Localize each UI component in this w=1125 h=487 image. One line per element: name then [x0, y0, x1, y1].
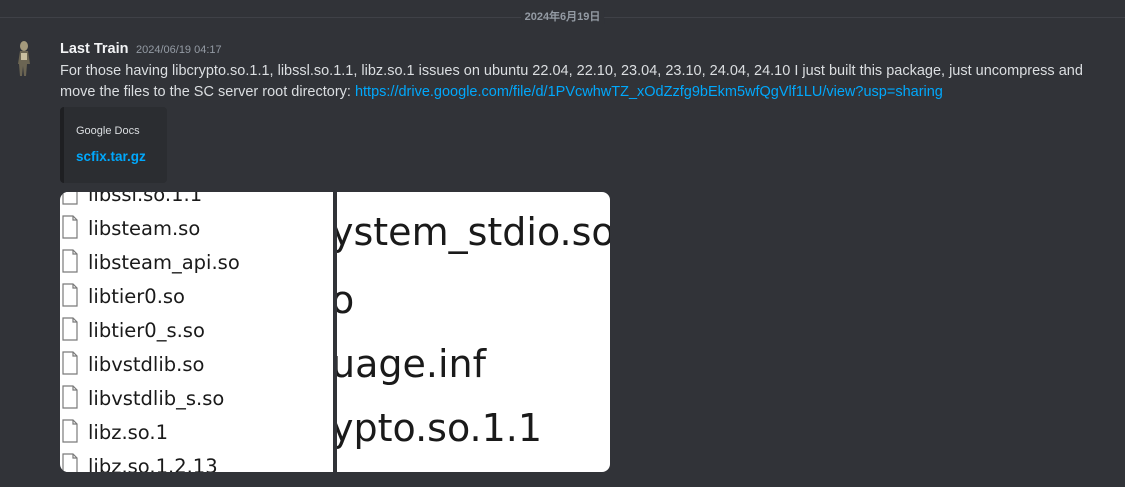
file-row: libsteam_api.so — [60, 246, 333, 280]
file-name: libvstdlib_s.so — [88, 387, 225, 410]
drive-link[interactable]: https://drive.google.com/file/d/1PVcwhwT… — [355, 84, 943, 100]
message-content: For those having libcrypto.so.1.1, libss… — [60, 61, 1110, 103]
link-embed: Google Docs scfix.tar.gz — [60, 107, 167, 183]
file-name: libsteam.so — [88, 217, 201, 240]
file-icon — [62, 419, 78, 443]
zoomed-filename-fragment: ypto.so.1.1 — [337, 406, 543, 450]
message-timestamp: 2024/06/19 04:17 — [136, 44, 222, 56]
author-name[interactable]: Last Train — [60, 40, 129, 58]
file-name: libtier0_s.so — [88, 319, 205, 342]
file-icon — [62, 317, 78, 341]
file-icon — [62, 453, 78, 472]
file-icon — [62, 385, 78, 409]
file-row: libz.so.1 — [60, 416, 333, 450]
embed-provider[interactable]: Google Docs — [76, 124, 140, 138]
file-row: libssl.so.1.1 — [60, 192, 333, 212]
zoomed-filename-fragment: ystem_stdio.so — [337, 210, 610, 254]
file-name: libz.so.1.2.13 — [88, 455, 218, 472]
file-name: libz.so.1 — [88, 421, 168, 444]
character-avatar-icon — [18, 41, 30, 76]
file-name: libsteam_api.so — [88, 251, 240, 274]
file-row: libvstdlib_s.so — [60, 382, 333, 416]
file-row: libvstdlib.so — [60, 348, 333, 382]
file-icon — [62, 192, 78, 205]
file-name: libssl.so.1.1 — [88, 192, 203, 206]
file-icon — [62, 215, 78, 239]
user-avatar[interactable] — [15, 40, 33, 80]
file-icon — [62, 283, 78, 307]
embed-title[interactable]: scfix.tar.gz — [76, 148, 146, 166]
attachment-image-zoomed[interactable]: ystem_stdio.soo uage.inf ypto.so.1.1 — [337, 192, 610, 472]
file-icon — [62, 351, 78, 375]
file-row: libz.so.1.2.13 — [60, 450, 333, 472]
zoomed-filename-fragment: o — [337, 278, 355, 322]
file-name: libtier0.so — [88, 285, 185, 308]
file-row: libtier0_s.so — [60, 314, 333, 348]
file-icon — [62, 249, 78, 273]
date-divider-label: 2024年6月19日 — [520, 10, 605, 24]
zoomed-filename-fragment: uage.inf — [337, 342, 486, 386]
file-row: libsteam.so — [60, 212, 333, 246]
attachment-image-file-list[interactable]: libssl.so.1.1 libsteam.so libsteam_api.sol… — [60, 192, 333, 472]
file-row: libtier0.so — [60, 280, 333, 314]
file-name: libvstdlib.so — [88, 353, 205, 376]
